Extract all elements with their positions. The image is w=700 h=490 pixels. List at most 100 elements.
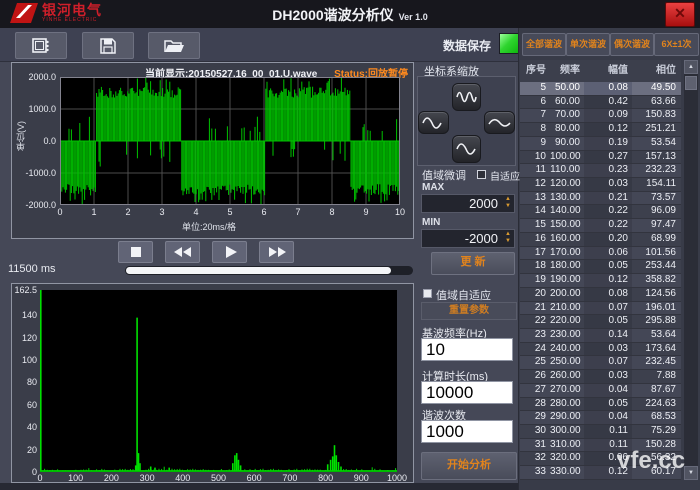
table-row[interactable]: 660.000.4263.66 [520, 96, 681, 110]
axis-tick-label: 7 [288, 207, 308, 217]
table-cell: 124.56 [632, 288, 680, 301]
rewind-button[interactable] [165, 241, 200, 263]
zoom-left-button[interactable] [418, 111, 449, 134]
table-cell: 0.03 [584, 343, 632, 356]
table-row[interactable]: 27270.000.0487.67 [520, 384, 681, 398]
max-spinner-arrows[interactable]: ▲▼ [505, 196, 511, 210]
sine-left-icon [421, 115, 446, 130]
table-row[interactable]: 990.000.1953.54 [520, 137, 681, 151]
table-row[interactable]: 13130.000.2173.57 [520, 192, 681, 206]
update-button[interactable]: 更 新 [431, 252, 515, 275]
min-value-spinner[interactable]: -2000 ▲▼ [421, 229, 515, 248]
column-header-seq[interactable]: 序号 [520, 60, 550, 82]
column-header-phase[interactable]: 相位 [632, 60, 680, 82]
scrollbar-thumb[interactable] [685, 76, 697, 90]
table-cell: 0.42 [584, 96, 632, 109]
open-file-button[interactable] [148, 32, 200, 59]
fast-forward-button[interactable] [259, 241, 294, 263]
table-row[interactable]: 21210.000.07196.01 [520, 302, 681, 316]
zoom-up-button[interactable] [452, 83, 481, 111]
table-cell: 18 [520, 260, 550, 273]
column-header-frequency[interactable]: 频率 [550, 60, 584, 82]
table-cell: 29 [520, 411, 550, 424]
device-button[interactable] [15, 32, 67, 59]
axis-tick-label: 1000 [384, 473, 410, 483]
table-row[interactable]: 29290.000.0468.53 [520, 411, 681, 425]
table-row[interactable]: 22220.000.05295.88 [520, 315, 681, 329]
reset-params-button[interactable]: 重置参数 [421, 302, 517, 320]
playback-slider[interactable] [125, 266, 413, 275]
min-spinner-arrows[interactable]: ▲▼ [505, 231, 511, 245]
table-cell: 0.21 [584, 192, 632, 205]
table-cell: 73.57 [632, 192, 680, 205]
table-row[interactable]: 11110.000.23232.23 [520, 164, 681, 178]
close-button[interactable]: ✕ [665, 2, 695, 27]
table-cell: 0.22 [584, 219, 632, 232]
table-row[interactable]: 18180.000.05253.44 [520, 260, 681, 274]
table-row[interactable]: 28280.000.05224.63 [520, 398, 681, 412]
table-row[interactable]: 10100.000.27157.13 [520, 151, 681, 165]
table-cell: 110.00 [550, 164, 584, 177]
table-row[interactable]: 23230.000.1453.64 [520, 329, 681, 343]
table-cell: 300.00 [550, 425, 584, 438]
axis-tick-label: 80 [12, 377, 37, 387]
filter-single-harmonics-button[interactable]: 单次谐波 [566, 33, 610, 56]
table-cell: 96.09 [632, 205, 680, 218]
filter-even-harmonics-button[interactable]: 偶次谐波 [610, 33, 654, 56]
table-cell: 157.13 [632, 151, 680, 164]
stop-button[interactable] [118, 241, 153, 263]
column-header-amplitude[interactable]: 幅值 [584, 60, 632, 82]
table-row[interactable]: 12120.000.03154.11 [520, 178, 681, 192]
table-cell: 70.00 [550, 109, 584, 122]
play-button[interactable] [212, 241, 247, 263]
filter-all-harmonics-button[interactable]: 全部谐波 [522, 33, 566, 56]
table-row[interactable]: 550.000.0849.50 [520, 82, 681, 96]
sine-compress-icon [455, 89, 478, 105]
harmonic-count-input[interactable] [421, 420, 513, 443]
start-analysis-button[interactable]: 开始分析 [421, 452, 517, 480]
filter-6x1-harmonics-button[interactable]: 6X±1次 [654, 33, 699, 56]
table-row[interactable]: 20200.000.08124.56 [520, 288, 681, 302]
axis-tick-label: 200 [98, 473, 124, 483]
axis-tick-label: 60 [12, 400, 37, 410]
max-value-spinner[interactable]: 2000 ▲▼ [421, 194, 515, 213]
fundamental-frequency-input[interactable] [421, 338, 513, 361]
table-cell: 210.00 [550, 302, 584, 315]
table-cell: 24 [520, 343, 550, 356]
table-row[interactable]: 16160.000.2068.99 [520, 233, 681, 247]
table-row[interactable]: 15150.000.2297.47 [520, 219, 681, 233]
table-row[interactable]: 770.000.09150.83 [520, 109, 681, 123]
zoom-right-button[interactable] [484, 111, 515, 134]
table-cell: 32 [520, 452, 550, 465]
scrollbar-down-button[interactable]: ▼ [684, 466, 698, 480]
table-cell: 140.00 [550, 205, 584, 218]
table-cell: 20 [520, 288, 550, 301]
calc-duration-input[interactable] [421, 381, 513, 404]
harmonic-panel: 全部谐波 单次谐波 偶次谐波 6X±1次 序号 频率 幅值 相位 550.000… [518, 28, 700, 490]
spectrum-plot-svg [40, 290, 397, 472]
table-row[interactable]: 17170.000.06101.56 [520, 247, 681, 261]
axis-tick-label: 0.0 [18, 136, 56, 146]
scrollbar-up-button[interactable]: ▲ [684, 60, 698, 74]
table-row[interactable]: 30300.000.1175.29 [520, 425, 681, 439]
table-scrollbar[interactable]: ▲ ▼ [684, 60, 698, 480]
table-row[interactable]: 14140.000.2296.09 [520, 205, 681, 219]
table-row[interactable]: 26260.000.037.88 [520, 370, 681, 384]
play-icon [214, 242, 246, 262]
save-button[interactable] [82, 32, 134, 59]
table-row[interactable]: 24240.000.03173.64 [520, 343, 681, 357]
table-cell: 8 [520, 123, 550, 136]
value-auto-range-checkbox[interactable] [423, 289, 432, 298]
table-row[interactable]: 25250.000.07232.45 [520, 356, 681, 370]
table-cell: 16 [520, 233, 550, 246]
range-adaptive-checkbox[interactable] [477, 170, 486, 179]
table-cell: 170.00 [550, 247, 584, 260]
table-cell: 0.04 [584, 384, 632, 397]
axis-tick-label: 0 [27, 473, 53, 483]
data-save-label: 数据保存 [443, 37, 491, 54]
table-row[interactable]: 880.000.12251.21 [520, 123, 681, 137]
table-cell: 220.00 [550, 315, 584, 328]
table-cell: 0.06 [584, 247, 632, 260]
zoom-down-button[interactable] [452, 135, 481, 163]
table-row[interactable]: 19190.000.12358.82 [520, 274, 681, 288]
